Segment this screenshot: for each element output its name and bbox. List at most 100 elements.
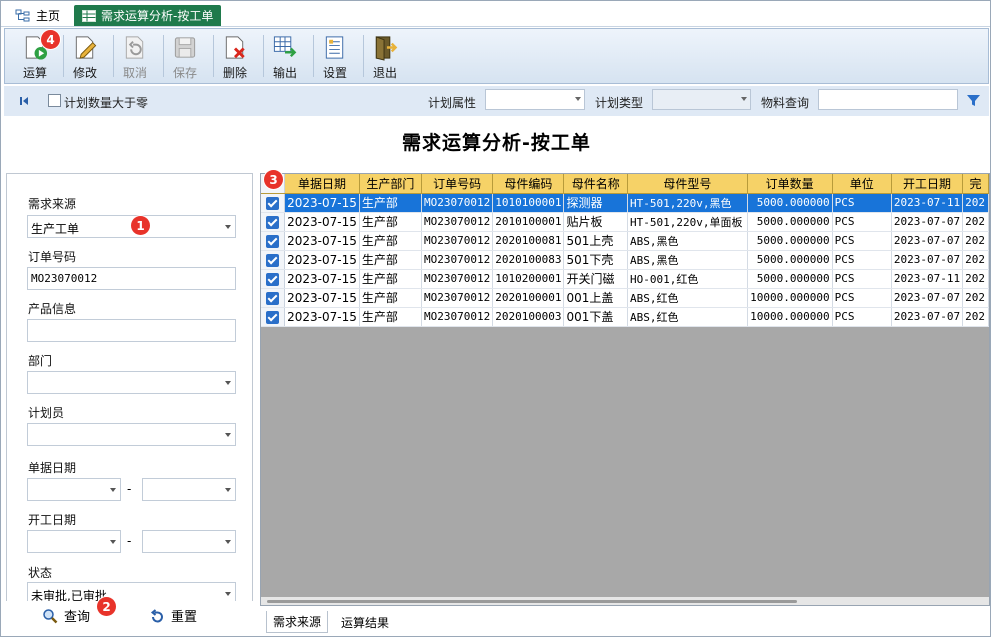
exit-button[interactable]: 退出 [361,31,409,81]
row-checkbox[interactable] [261,269,286,289]
doc-date-from[interactable] [27,478,121,501]
column-header[interactable]: 完 [962,174,989,194]
chevron-down-icon [225,592,231,596]
product-info-input[interactable] [27,319,236,342]
column-header[interactable]: 开工日期 [891,174,964,194]
department-label: 部门 [28,354,53,368]
tab-demand-analysis[interactable]: 需求运算分析-按工单 [74,5,222,26]
table-row[interactable]: 2023-07-15 生产部 MO23070012 2010100001 贴片板… [261,212,989,232]
start-date-to[interactable] [142,530,236,553]
table-row[interactable]: 2023-07-15 生产部 MO23070012 1010200001 开关门… [261,269,989,289]
table-cell: MO23070012 [421,250,494,270]
plan-attribute-select[interactable] [485,89,585,110]
source-value: 生产工单 [31,222,80,236]
table-cell: 5000.000000 [747,231,833,251]
chevron-down-icon [225,488,231,492]
doc-date-to[interactable] [142,478,236,501]
row-checkbox[interactable] [261,231,286,251]
table-cell: HO-001,红色 [627,269,748,289]
table-cell: 202 [962,307,989,327]
row-checkbox[interactable] [261,212,286,232]
delete-document-icon [225,36,245,59]
row-checkbox[interactable] [261,307,286,327]
page-title: 需求运算分析-按工单 [402,132,591,154]
column-header[interactable]: 订单数量 [747,174,833,194]
edit-button-label: 修改 [72,66,97,80]
cancel-button[interactable]: 取消 [111,31,159,81]
table-cell: ABS,红色 [627,307,748,327]
column-header[interactable]: 母件名称 [563,174,629,194]
app-window: 主页 需求运算分析-按工单 运算 修改 取消 保存 删除 输出 设置 退出 4 … [0,0,991,637]
query-button[interactable]: 查询 [42,606,90,625]
compute-button-label: 运算 [22,66,47,80]
horizontal-scrollbar[interactable] [261,597,989,605]
table-cell: 2023-07-15 [284,307,360,327]
settings-button[interactable]: 设置 [311,31,359,81]
column-header[interactable]: 订单号码 [421,174,494,194]
chevron-down-icon [110,540,116,544]
table-cell: 202 [962,269,989,289]
table-cell: 生产部 [359,212,423,232]
tab-demand-source[interactable]: 需求来源 [266,611,329,633]
table-cell: 501下壳 [563,250,629,270]
column-header[interactable]: 生产部门 [359,174,423,194]
table-cell: 2020100083 [492,250,565,270]
reset-button[interactable]: 重置 [149,606,197,625]
table-row[interactable]: 2023-07-15 生产部 MO23070012 2020100083 501… [261,250,989,270]
table-row[interactable]: 2023-07-15 生产部 MO23070012 2020100003 001… [261,307,989,327]
save-button[interactable]: 保存 [161,31,209,81]
table-cell: 2023-07-07 [891,288,964,308]
table-cell: 202 [962,288,989,308]
table-cell: 开关门磁 [563,269,629,289]
row-checkbox[interactable] [261,250,286,270]
bottom-tab-strip: 需求来源 运算结果 [260,609,990,636]
product-info-label: 产品信息 [28,302,77,316]
chevron-down-icon [741,97,747,101]
department-select[interactable] [27,371,236,394]
column-header[interactable]: 母件编码 [492,174,565,194]
plan-type-select[interactable] [652,89,751,110]
column-header[interactable]: 母件型号 [627,174,748,194]
order-number-input[interactable]: MO23070012 [27,267,236,290]
doc-date-dash: - [127,482,132,496]
table-cell: 生产部 [359,231,423,251]
filter-bar: 计划数量大于零 计划属性 计划类型 物料查询 [4,86,989,116]
scrollbar-thumb[interactable] [267,600,797,603]
table-cell: 2023-07-15 [284,288,360,308]
table-cell: HT-501,220v,单面板 [627,212,748,232]
table-cell: 2023-07-15 [284,193,360,213]
annotation-badge-1: 1 [131,216,150,235]
table-cell: PCS [832,212,892,232]
table-row[interactable]: 2023-07-15 生产部 MO23070012 1010100001 探测器… [261,193,989,213]
query-actions-bar: 查询 重置 [6,601,253,633]
floppy-disk-icon [174,37,196,58]
demand-table: 单据日期 生产部门 订单号码 母件编码 母件名称 母件型号 订单数量 单位 开工… [261,174,989,327]
first-page-icon[interactable] [19,96,29,106]
annotation-badge-3: 3 [264,170,283,189]
table-row[interactable]: 2023-07-15 生产部 MO23070012 2020100081 501… [261,231,989,251]
delete-button[interactable]: 删除 [211,31,259,81]
tab-compute-result[interactable]: 运算结果 [335,611,395,633]
filter-funnel-icon[interactable] [966,93,981,108]
row-checkbox[interactable] [261,193,286,213]
table-header-row: 单据日期 生产部门 订单号码 母件编码 母件名称 母件型号 订单数量 单位 开工… [261,174,989,194]
table-cell: PCS [832,231,892,251]
table-cell: PCS [832,193,892,213]
table-cell: 生产部 [359,269,423,289]
edit-button[interactable]: 修改 [61,31,109,81]
row-checkbox[interactable] [261,288,286,308]
table-cell: 001下盖 [563,307,629,327]
tree-structure-icon [15,9,30,21]
plan-qty-positive-checkbox[interactable] [48,94,61,107]
tab-home[interactable]: 主页 [7,5,68,26]
chevron-down-icon [225,433,231,437]
column-header[interactable]: 单位 [832,174,892,194]
material-query-input[interactable] [818,89,958,110]
planner-select[interactable] [27,423,236,446]
table-row[interactable]: 2023-07-15 生产部 MO23070012 2020100001 001… [261,288,989,308]
table-cell: 贴片板 [563,212,629,232]
material-query-label: 物料查询 [761,96,810,110]
start-date-from[interactable] [27,530,121,553]
export-button[interactable]: 输出 [261,31,309,81]
column-header[interactable]: 单据日期 [284,174,360,194]
